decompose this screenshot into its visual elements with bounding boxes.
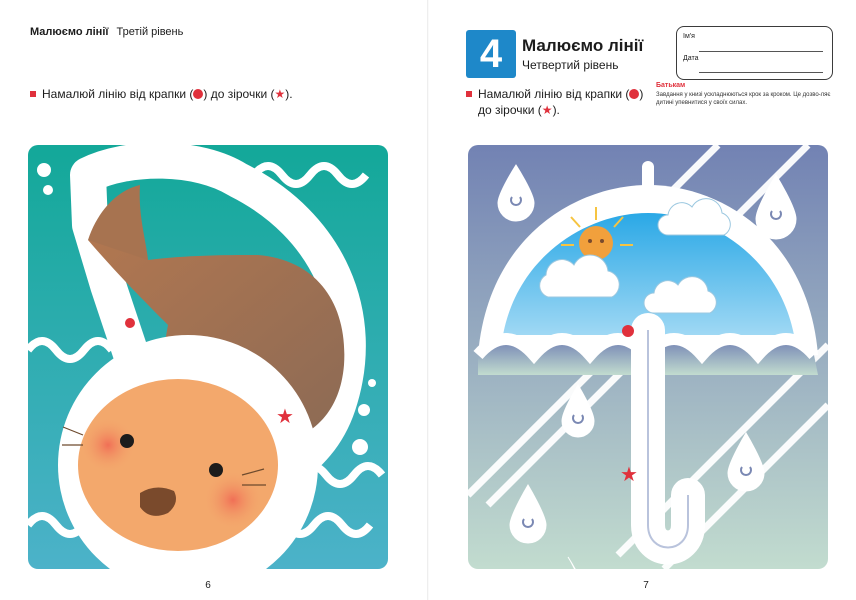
level-badge: 4 xyxy=(466,30,516,78)
left-running-head-title: Малюємо лінії xyxy=(30,26,109,38)
parents-note: Завдання у книзі ускладнюються крок за к… xyxy=(656,92,831,106)
red-star-icon: ★ xyxy=(276,404,294,428)
instruction-text: Намалюй лінію від крапки ( xyxy=(478,87,630,101)
name-label: Ім'я xyxy=(683,33,695,40)
page-level: Четвертий рівень xyxy=(522,58,619,72)
seal-eye xyxy=(209,463,223,477)
book-spine xyxy=(427,0,429,600)
instruction-text: ). xyxy=(552,103,560,117)
left-running-head-level: Третій рівень xyxy=(116,26,184,38)
name-field[interactable] xyxy=(699,51,823,52)
left-page: Малюємо лінії Третій рівень Намалюй лінію… xyxy=(0,0,428,600)
page-number-right: 7 xyxy=(643,580,649,591)
instruction-text: ) до зірочки ( xyxy=(203,87,275,101)
red-star-icon: ★ xyxy=(274,87,286,101)
date-label: Дата xyxy=(683,55,699,62)
red-dot-icon xyxy=(193,89,204,99)
left-running-head: Малюємо лінії Третій рівень xyxy=(30,26,183,38)
level-badge-number: 4 xyxy=(479,32,503,76)
instruction-text: Намалюй лінію від крапки ( xyxy=(42,87,194,101)
left-instruction: Намалюй лінію від крапки ( ) до зірочки (… xyxy=(30,86,293,102)
parents-title: Батькам xyxy=(656,82,686,89)
instruction-text: ). xyxy=(285,87,293,101)
red-star-icon: ★ xyxy=(620,462,638,486)
instruction-text: до зірочки ( xyxy=(478,103,542,117)
name-date-form: Ім'я Дата xyxy=(676,26,833,80)
page-title: Малюємо лінії xyxy=(522,36,644,55)
red-star-icon: ★ xyxy=(541,103,553,117)
bullet-square xyxy=(466,91,472,97)
instruction-text: ) xyxy=(639,87,644,101)
right-instruction: Намалюй лінію від крапки () до зірочки (… xyxy=(466,86,643,118)
red-dot-icon xyxy=(629,89,640,99)
page-number-left: 6 xyxy=(205,580,211,591)
red-dot-icon xyxy=(622,325,634,337)
red-dot-icon xyxy=(125,318,135,328)
seal-eye xyxy=(120,434,134,448)
umbrella-tip xyxy=(642,161,654,191)
date-field[interactable] xyxy=(699,72,823,73)
seal-maze-illustration[interactable]: ★ xyxy=(28,145,388,569)
bullet-square xyxy=(30,91,36,97)
umbrella-maze-illustration[interactable]: ★ xyxy=(468,145,828,569)
